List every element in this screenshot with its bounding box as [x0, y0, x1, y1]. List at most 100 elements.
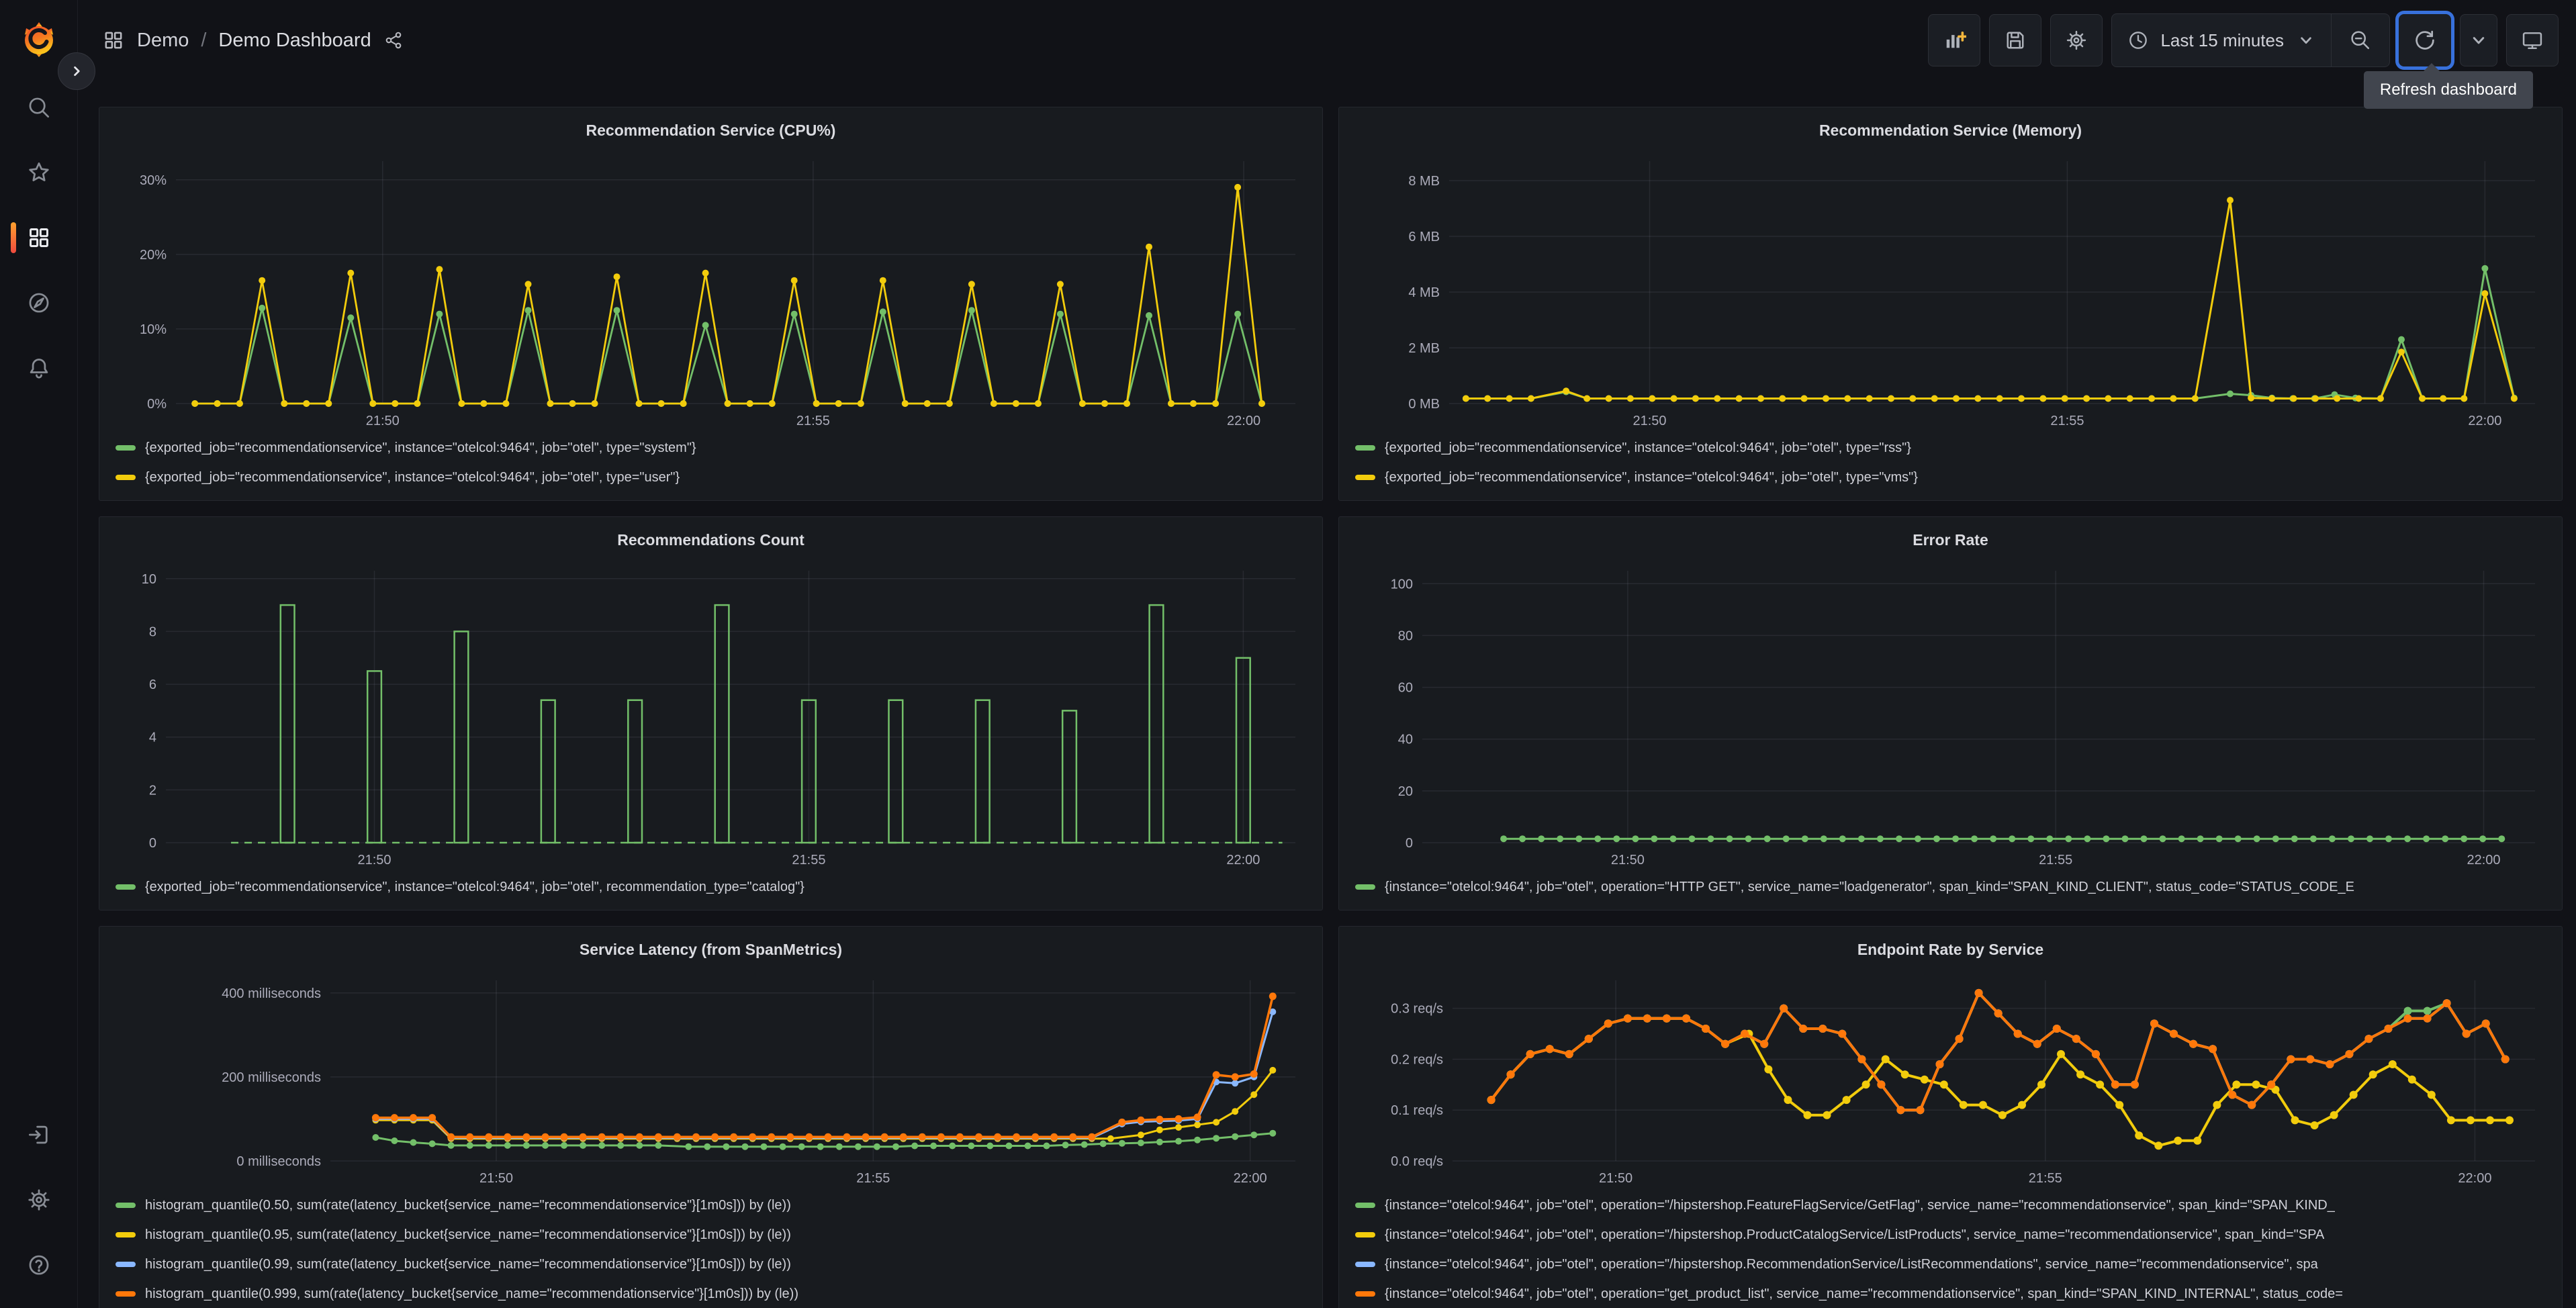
legend-item[interactable]: {exported_job="recommendationservice", i… [116, 433, 1313, 463]
svg-text:21:55: 21:55 [856, 1171, 890, 1186]
legend-series-swatch [1355, 1203, 1375, 1208]
sidebar-item-search[interactable] [0, 94, 77, 121]
sidebar-item-settings[interactable] [0, 1186, 77, 1213]
chart-latency[interactable]: 21:50 21:55 22:00 0 milliseconds 200 millise… [109, 963, 1314, 1190]
legend-item[interactable]: {instance="otelcol:9464", job="otel", op… [1355, 1279, 2552, 1308]
sidebar-item-alerting[interactable] [0, 355, 77, 381]
share-icon[interactable] [383, 30, 404, 50]
chevron-down-icon [2473, 37, 2485, 44]
legend-item[interactable]: histogram_quantile(0.99, sum(rate(latenc… [116, 1250, 1313, 1279]
legend-series-swatch [116, 1262, 136, 1267]
legend-item[interactable]: {instance="otelcol:9464", job="otel", op… [1355, 1250, 2552, 1279]
sidebar-item-starred[interactable] [0, 159, 77, 186]
top-navigation-bar: Demo / Demo Dashboard Last 15 minutes [77, 0, 2576, 81]
legend-series-label: {instance="otelcol:9464", job="otel", op… [1385, 1227, 2325, 1242]
legend-series-swatch [1355, 1262, 1375, 1267]
legend-item[interactable]: {exported_job="recommendationservice", i… [116, 463, 1313, 492]
refresh-dashboard-button[interactable] [2399, 14, 2451, 66]
panel-error-rate: Error Rate 21:50 21:55 22:00 0 20 40 60 80 100 {in… [1338, 516, 2563, 910]
svg-text:0.3 req/s: 0.3 req/s [1391, 1002, 1443, 1017]
panel-title[interactable]: Service Latency (from SpanMetrics) [109, 936, 1313, 963]
svg-text:21:55: 21:55 [2029, 1171, 2062, 1186]
svg-text:4: 4 [149, 731, 156, 745]
panel-title[interactable]: Error Rate [1348, 526, 2552, 553]
svg-text:21:55: 21:55 [792, 853, 825, 868]
svg-text:0.1 req/s: 0.1 req/s [1391, 1103, 1443, 1118]
sidebar-item-sign-in[interactable] [0, 1121, 77, 1148]
cycle-view-mode-button[interactable] [2506, 14, 2559, 66]
svg-text:21:50: 21:50 [479, 1171, 513, 1186]
gear-icon [2067, 30, 2086, 50]
svg-text:4 MB: 4 MB [1408, 285, 1440, 300]
grafana-logo[interactable] [22, 21, 56, 58]
breadcrumb-page-title[interactable]: Demo Dashboard [218, 30, 371, 52]
legend-series-label: {exported_job="recommendationservice", i… [145, 469, 680, 485]
svg-text:60: 60 [1398, 681, 1413, 696]
time-range-controls: Last 15 minutes [2111, 13, 2390, 67]
legend-series-swatch [116, 475, 136, 480]
dashboard-settings-button[interactable] [2050, 14, 2103, 66]
dashboards-grid-icon [29, 228, 48, 247]
sidebar-item-explore[interactable] [0, 289, 77, 316]
legend-item[interactable]: {instance="otelcol:9464", job="otel", op… [1355, 1220, 2552, 1250]
svg-text:22:00: 22:00 [1234, 1171, 1267, 1186]
legend-series-swatch [1355, 1291, 1375, 1297]
svg-text:2: 2 [149, 783, 156, 798]
dashboard-toolbar: Last 15 minutes [1928, 13, 2576, 67]
expand-menu-button[interactable] [58, 52, 95, 90]
panel-legend: {exported_job="recommendationservice", i… [109, 872, 1313, 902]
sidebar-item-help[interactable] [0, 1252, 77, 1278]
legend-series-swatch [1355, 445, 1375, 451]
zoom-out-time-range-button[interactable] [2332, 14, 2389, 66]
legend-item[interactable]: histogram_quantile(0.95, sum(rate(latenc… [116, 1220, 1313, 1250]
svg-text:22:00: 22:00 [2467, 853, 2500, 868]
monitor-icon [2522, 32, 2542, 50]
svg-text:21:50: 21:50 [1632, 414, 1666, 428]
panel-title[interactable]: Endpoint Rate by Service [1348, 936, 2552, 963]
svg-text:0%: 0% [147, 397, 167, 412]
svg-text:10: 10 [142, 572, 156, 587]
chevron-right-icon [74, 66, 80, 77]
legend-item[interactable]: {exported_job="recommendationservice", i… [116, 872, 1313, 902]
dashboard-panel-grid: Recommendation Service (CPU%) 21:50 21:55 2… [99, 107, 2563, 1308]
chart-cpu[interactable]: 21:50 21:55 22:00 0% 10% 20% 30% [109, 144, 1314, 433]
chart-memory[interactable]: 21:50 21:55 22:00 0 MB 2 MB 4 MB 6 MB 8 MB [1348, 144, 2554, 433]
legend-item[interactable]: histogram_quantile(0.50, sum(rate(latenc… [116, 1190, 1313, 1220]
refresh-tooltip: Refresh dashboard [2363, 63, 2533, 109]
sidebar-item-dashboards[interactable] [0, 222, 77, 253]
panel-title[interactable]: Recommendations Count [109, 526, 1313, 553]
legend-series-label: histogram_quantile(0.999, sum(rate(laten… [145, 1286, 798, 1301]
chart-endpoint-rate[interactable]: 21:50 21:55 22:00 0.0 req/s 0.1 req/s 0.2 req… [1348, 963, 2554, 1190]
panel-legend: {exported_job="recommendationservice", i… [109, 433, 1313, 492]
sidebar-top-nav [0, 94, 77, 381]
svg-text:400 milliseconds: 400 milliseconds [222, 986, 321, 1001]
legend-item[interactable]: {exported_job="recommendationservice", i… [1355, 463, 2552, 492]
panel-legend: {instance="otelcol:9464", job="otel", op… [1348, 872, 2552, 902]
panel-title[interactable]: Recommendation Service (CPU%) [109, 117, 1313, 144]
legend-item[interactable]: histogram_quantile(0.999, sum(rate(laten… [116, 1279, 1313, 1308]
refresh-interval-dropdown[interactable] [2460, 14, 2497, 66]
legend-series-swatch [116, 1291, 136, 1297]
chart-count[interactable]: 21:50 21:55 22:00 0 2 4 6 8 10 [109, 553, 1314, 872]
time-range-picker[interactable]: Last 15 minutes [2112, 14, 2331, 66]
add-panel-button[interactable] [1928, 14, 1981, 66]
legend-series-swatch [116, 445, 136, 451]
svg-text:0.0 req/s: 0.0 req/s [1391, 1154, 1443, 1169]
legend-item[interactable]: {instance="otelcol:9464", job="otel", op… [1355, 872, 2552, 902]
sidebar [0, 0, 95, 1308]
panel-legend: histogram_quantile(0.50, sum(rate(latenc… [109, 1190, 1313, 1308]
legend-item[interactable]: {instance="otelcol:9464", job="otel", op… [1355, 1190, 2552, 1220]
add-panel-icon [1947, 31, 1967, 48]
save-dashboard-button[interactable] [1989, 14, 2042, 66]
chart-error-rate[interactable]: 21:50 21:55 22:00 0 20 40 60 80 100 [1348, 553, 2554, 872]
save-icon [2007, 32, 2024, 49]
legend-series-swatch [116, 884, 136, 890]
svg-text:30%: 30% [140, 173, 167, 188]
panel-title[interactable]: Recommendation Service (Memory) [1348, 117, 2552, 144]
clock-icon [2129, 32, 2148, 49]
bell-icon [30, 359, 48, 379]
panel-legend: {instance="otelcol:9464", job="otel", op… [1348, 1190, 2552, 1308]
breadcrumb-section[interactable]: Demo [137, 30, 189, 52]
svg-text:0: 0 [1406, 836, 1413, 851]
legend-item[interactable]: {exported_job="recommendationservice", i… [1355, 433, 2552, 463]
